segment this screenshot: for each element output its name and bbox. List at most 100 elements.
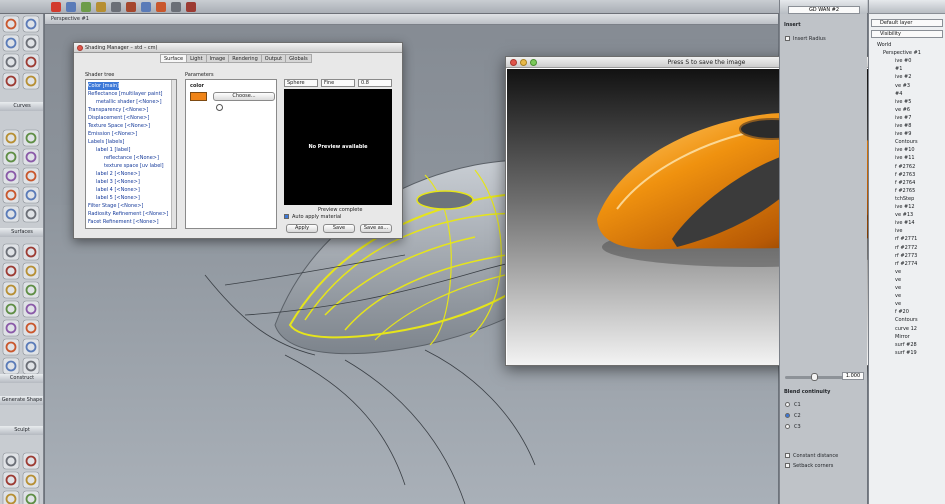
object-list-item[interactable]: ve xyxy=(895,292,901,300)
object-list-item[interactable]: ve xyxy=(895,284,901,292)
tool-icon[interactable] xyxy=(51,2,61,12)
tool-button[interactable] xyxy=(2,357,20,375)
object-list-item[interactable]: rf #2773 xyxy=(895,252,917,260)
object-list-item[interactable]: rf #2774 xyxy=(895,260,917,268)
object-list-item[interactable]: Perspective #1 xyxy=(883,49,921,57)
object-list-item[interactable]: ive #2 xyxy=(895,73,911,81)
shader-tree-item[interactable]: label 2 [<None>] xyxy=(96,170,140,178)
filter-select[interactable]: Visibility xyxy=(871,30,943,38)
shader-tree-item[interactable]: Texture Space [<None>] xyxy=(88,122,150,130)
tool-button[interactable] xyxy=(22,53,40,71)
shader-tree-item[interactable]: Labels [labels] xyxy=(88,138,124,146)
tab-globals[interactable]: Globals xyxy=(285,54,312,63)
option-c1-radio[interactable] xyxy=(785,402,790,407)
shader-tree-item[interactable]: label 5 [<None>] xyxy=(96,194,140,202)
tool-icon[interactable] xyxy=(111,2,121,12)
tool-icon[interactable] xyxy=(156,2,166,12)
object-list-item[interactable]: Mirror xyxy=(895,333,910,341)
tool-button[interactable] xyxy=(22,300,40,318)
color-swatch[interactable] xyxy=(190,92,207,101)
object-list-item[interactable]: rf #2772 xyxy=(895,244,917,252)
object-list-item[interactable]: tchStep xyxy=(895,195,914,203)
preview-quality-select[interactable]: Fine xyxy=(321,79,355,87)
palette-section-sculpt[interactable]: Sculpt xyxy=(0,426,43,435)
tool-button[interactable] xyxy=(2,53,20,71)
close-icon[interactable] xyxy=(77,45,83,51)
tree-scrollbar[interactable] xyxy=(171,80,176,228)
tab-surface[interactable]: Surface xyxy=(160,54,188,63)
tool-button[interactable] xyxy=(2,148,20,166)
tool-icon[interactable] xyxy=(96,2,106,12)
object-list-item[interactable]: ve #13 xyxy=(895,211,913,219)
tool-button[interactable] xyxy=(22,129,40,147)
tool-button[interactable] xyxy=(22,357,40,375)
object-list-item[interactable]: ive xyxy=(895,227,902,235)
object-list-item[interactable]: ive #5 xyxy=(895,98,911,106)
layer-select[interactable]: Default layer xyxy=(871,19,943,27)
object-list-item[interactable]: surf #28 xyxy=(895,341,917,349)
tool-button[interactable] xyxy=(2,262,20,280)
slider-thumb[interactable] xyxy=(811,373,818,381)
tool-button[interactable] xyxy=(2,338,20,356)
shader-tree-item[interactable]: texture space [uv label] xyxy=(104,162,164,170)
control-panel-field[interactable]: GD WAN #2 xyxy=(788,6,860,14)
shader-tree-item[interactable]: metallic shader [<None>] xyxy=(96,98,162,106)
object-list-item[interactable]: ve xyxy=(895,268,901,276)
shader-tree-item[interactable]: Emission [<None>] xyxy=(88,130,137,138)
tool-button[interactable] xyxy=(2,34,20,52)
tool-icon[interactable] xyxy=(171,2,181,12)
object-list-item[interactable]: f #2764 xyxy=(895,179,915,187)
object-list-item[interactable]: Contours xyxy=(895,138,918,146)
apply-button[interactable]: Apply xyxy=(286,224,318,233)
object-list-item[interactable]: ive #11 xyxy=(895,154,915,162)
object-list-item[interactable]: ve xyxy=(895,300,901,308)
tool-button[interactable] xyxy=(22,490,40,504)
palette-section-generate-shape[interactable]: Generate Shape xyxy=(0,396,43,405)
object-list-item[interactable]: ve #6 xyxy=(895,106,910,114)
tab-image[interactable]: Image xyxy=(205,54,230,63)
object-list-item[interactable]: f #2765 xyxy=(895,187,915,195)
object-list-item[interactable]: surf #19 xyxy=(895,349,917,357)
object-list-item[interactable]: curve 12 xyxy=(895,325,917,333)
object-list-item[interactable]: ve #3 xyxy=(895,82,910,90)
shader-tree-item[interactable]: Reflectance [multilayer paint] xyxy=(88,90,162,98)
object-list-item[interactable]: ive #12 xyxy=(895,203,915,211)
object-list-item[interactable]: rf #2771 xyxy=(895,235,917,243)
tool-button[interactable] xyxy=(22,72,40,90)
object-list-item[interactable]: ive #7 xyxy=(895,114,911,122)
shader-tree-item[interactable]: label 3 [<None>] xyxy=(96,178,140,186)
tool-button[interactable] xyxy=(2,281,20,299)
tool-button[interactable] xyxy=(22,148,40,166)
tool-button[interactable] xyxy=(2,129,20,147)
shader-tree-item[interactable]: reflectance [<None>] xyxy=(104,154,159,162)
tab-output[interactable]: Output xyxy=(260,54,287,63)
tool-button[interactable] xyxy=(2,167,20,185)
tool-button[interactable] xyxy=(22,34,40,52)
shader-tree-item[interactable]: Displacement [<None>] xyxy=(88,114,149,122)
object-list-item[interactable]: f #2762 xyxy=(895,163,915,171)
tool-button[interactable] xyxy=(22,167,40,185)
preview-shape-select[interactable]: Sphere xyxy=(284,79,318,87)
tool-button[interactable] xyxy=(2,243,20,261)
object-list-item[interactable]: f #20 xyxy=(895,308,909,316)
shading-manager-title[interactable]: Shading Manager – std – cm) xyxy=(74,43,402,53)
object-list-item[interactable]: #4 xyxy=(895,90,902,98)
tool-icon[interactable] xyxy=(126,2,136,12)
shader-tree[interactable]: Color [main] Reflectance [multilayer pain… xyxy=(85,79,177,229)
shader-tree-item[interactable]: Color [main] xyxy=(88,82,120,90)
palette-section-curves[interactable]: Curves xyxy=(0,102,43,111)
insert-radius-checkbox[interactable] xyxy=(785,36,790,41)
tool-button[interactable] xyxy=(2,452,20,470)
tool-button[interactable] xyxy=(2,72,20,90)
object-list-item[interactable]: Contours xyxy=(895,316,918,324)
object-list-item[interactable]: ive #8 xyxy=(895,122,911,130)
option-c3-radio[interactable] xyxy=(785,424,790,429)
tool-button[interactable] xyxy=(22,243,40,261)
tool-button[interactable] xyxy=(2,490,20,504)
tool-button[interactable] xyxy=(22,262,40,280)
tool-button[interactable] xyxy=(22,186,40,204)
shader-tree-item[interactable]: Facet Refinement [<None>] xyxy=(88,218,159,226)
setback-corners-checkbox[interactable] xyxy=(785,463,790,468)
constant-distance-checkbox[interactable] xyxy=(785,453,790,458)
tool-button[interactable] xyxy=(22,471,40,489)
